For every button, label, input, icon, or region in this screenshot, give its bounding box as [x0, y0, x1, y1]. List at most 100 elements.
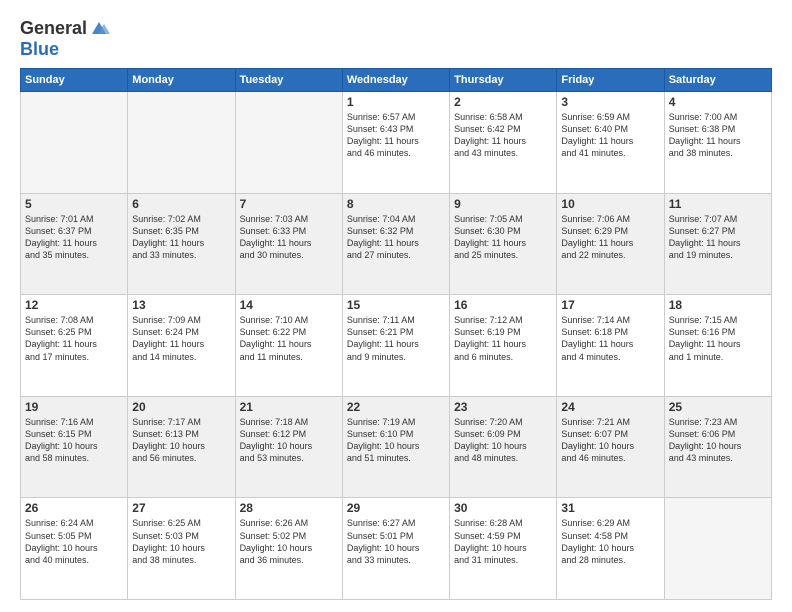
calendar-cell: 11 Sunrise: 7:07 AM Sunset: 6:27 PM Dayli… — [664, 193, 771, 295]
calendar-cell: 26 Sunrise: 6:24 AM Sunset: 5:05 PM Dayli… — [21, 498, 128, 600]
weekday-header-sunday: Sunday — [21, 69, 128, 92]
day-number: 19 — [25, 400, 123, 414]
calendar-cell: 25Sunrise: 7:23 AM Sunset: 6:06 PM Dayli… — [664, 396, 771, 498]
logo: General Blue — [20, 18, 110, 60]
day-number: 24 — [561, 400, 659, 414]
weekday-header-saturday: Saturday — [664, 69, 771, 92]
day-info: Sunrise: 7:10 AM Sunset: 6:22 PM Dayligh… — [240, 314, 338, 363]
day-info: Sunrise: 6:24 AM Sunset: 5:05 PM Dayligh… — [25, 517, 123, 566]
day-number: 6 — [132, 197, 230, 211]
header: General Blue — [20, 18, 772, 60]
day-number: 11 — [669, 197, 767, 211]
calendar-cell: 5Sunrise: 7:01 AM Sunset: 6:37 PM Daylig… — [21, 193, 128, 295]
day-info: Sunrise: 7:18 AM Sunset: 6:12 PM Dayligh… — [240, 416, 338, 465]
calendar-cell: 23 Sunrise: 7:20 AM Sunset: 6:09 PM Dayli… — [450, 396, 557, 498]
calendar-cell: 14 Sunrise: 7:10 AM Sunset: 6:22 PM Dayli… — [235, 295, 342, 397]
day-number: 23 — [454, 400, 552, 414]
calendar-cell — [664, 498, 771, 600]
weekday-header-row: SundayMondayTuesdayWednesdayThursdayFrid… — [21, 69, 772, 92]
day-number: 5 — [25, 197, 123, 211]
logo-general-text: General — [20, 18, 87, 39]
calendar-cell: 24 Sunrise: 7:21 AM Sunset: 6:07 PM Dayli… — [557, 396, 664, 498]
calendar-cell: 15 Sunrise: 7:11 AM Sunset: 6:21 PM Dayli… — [342, 295, 449, 397]
weekday-header-wednesday: Wednesday — [342, 69, 449, 92]
day-info: Sunrise: 6:57 AM Sunset: 6:43 PM Dayligh… — [347, 111, 445, 160]
day-number: 21 — [240, 400, 338, 414]
calendar-week-row: 19 Sunrise: 7:16 AM Sunset: 6:15 PM Dayli… — [21, 396, 772, 498]
calendar-cell — [21, 92, 128, 194]
day-info: Sunrise: 6:59 AM Sunset: 6:40 PM Dayligh… — [561, 111, 659, 160]
day-info: Sunrise: 6:26 AM Sunset: 5:02 PM Dayligh… — [240, 517, 338, 566]
day-number: 12 — [25, 298, 123, 312]
calendar-cell: 28 Sunrise: 6:26 AM Sunset: 5:02 PM Dayli… — [235, 498, 342, 600]
calendar-week-row: 1 Sunrise: 6:57 AM Sunset: 6:43 PM Daylig… — [21, 92, 772, 194]
day-info: Sunrise: 7:23 AM Sunset: 6:06 PM Dayligh… — [669, 416, 767, 465]
day-info: Sunrise: 7:02 AM Sunset: 6:35 PM Dayligh… — [132, 213, 230, 262]
weekday-header-monday: Monday — [128, 69, 235, 92]
calendar-cell: 4Sunrise: 7:00 AM Sunset: 6:38 PM Daylig… — [664, 92, 771, 194]
day-info: Sunrise: 7:07 AM Sunset: 6:27 PM Dayligh… — [669, 213, 767, 262]
calendar-cell: 22Sunrise: 7:19 AM Sunset: 6:10 PM Dayli… — [342, 396, 449, 498]
day-number: 4 — [669, 95, 767, 109]
calendar-cell — [235, 92, 342, 194]
day-info: Sunrise: 7:14 AM Sunset: 6:18 PM Dayligh… — [561, 314, 659, 363]
day-info: Sunrise: 6:58 AM Sunset: 6:42 PM Dayligh… — [454, 111, 552, 160]
calendar-cell: 6 Sunrise: 7:02 AM Sunset: 6:35 PM Daylig… — [128, 193, 235, 295]
day-number: 28 — [240, 501, 338, 515]
day-info: Sunrise: 7:16 AM Sunset: 6:15 PM Dayligh… — [25, 416, 123, 465]
weekday-header-tuesday: Tuesday — [235, 69, 342, 92]
day-number: 22 — [347, 400, 445, 414]
day-number: 15 — [347, 298, 445, 312]
calendar-cell: 8 Sunrise: 7:04 AM Sunset: 6:32 PM Daylig… — [342, 193, 449, 295]
day-info: Sunrise: 7:03 AM Sunset: 6:33 PM Dayligh… — [240, 213, 338, 262]
day-number: 17 — [561, 298, 659, 312]
logo-blue-text: Blue — [20, 39, 59, 60]
day-number: 31 — [561, 501, 659, 515]
calendar-cell: 7Sunrise: 7:03 AM Sunset: 6:33 PM Daylig… — [235, 193, 342, 295]
calendar-cell: 17 Sunrise: 7:14 AM Sunset: 6:18 PM Dayli… — [557, 295, 664, 397]
calendar-cell — [128, 92, 235, 194]
day-info: Sunrise: 7:20 AM Sunset: 6:09 PM Dayligh… — [454, 416, 552, 465]
calendar-cell: 30Sunrise: 6:28 AM Sunset: 4:59 PM Dayli… — [450, 498, 557, 600]
day-info: Sunrise: 6:27 AM Sunset: 5:01 PM Dayligh… — [347, 517, 445, 566]
calendar-cell: 21 Sunrise: 7:18 AM Sunset: 6:12 PM Dayli… — [235, 396, 342, 498]
day-number: 26 — [25, 501, 123, 515]
calendar-cell: 1 Sunrise: 6:57 AM Sunset: 6:43 PM Daylig… — [342, 92, 449, 194]
day-info: Sunrise: 7:09 AM Sunset: 6:24 PM Dayligh… — [132, 314, 230, 363]
calendar-week-row: 26 Sunrise: 6:24 AM Sunset: 5:05 PM Dayli… — [21, 498, 772, 600]
day-info: Sunrise: 7:21 AM Sunset: 6:07 PM Dayligh… — [561, 416, 659, 465]
day-info: Sunrise: 7:04 AM Sunset: 6:32 PM Dayligh… — [347, 213, 445, 262]
day-number: 8 — [347, 197, 445, 211]
day-number: 10 — [561, 197, 659, 211]
day-info: Sunrise: 7:17 AM Sunset: 6:13 PM Dayligh… — [132, 416, 230, 465]
day-number: 1 — [347, 95, 445, 109]
calendar-table: SundayMondayTuesdayWednesdayThursdayFrid… — [20, 68, 772, 600]
day-number: 20 — [132, 400, 230, 414]
calendar-cell: 31 Sunrise: 6:29 AM Sunset: 4:58 PM Dayli… — [557, 498, 664, 600]
calendar-cell: 3 Sunrise: 6:59 AM Sunset: 6:40 PM Daylig… — [557, 92, 664, 194]
day-number: 16 — [454, 298, 552, 312]
calendar-cell: 13 Sunrise: 7:09 AM Sunset: 6:24 PM Dayli… — [128, 295, 235, 397]
calendar-cell: 9Sunrise: 7:05 AM Sunset: 6:30 PM Daylig… — [450, 193, 557, 295]
calendar-cell: 10 Sunrise: 7:06 AM Sunset: 6:29 PM Dayli… — [557, 193, 664, 295]
calendar-week-row: 12Sunrise: 7:08 AM Sunset: 6:25 PM Dayli… — [21, 295, 772, 397]
calendar-page: General Blue SundayMondayTuesdayWednesda… — [0, 0, 792, 612]
day-info: Sunrise: 7:06 AM Sunset: 6:29 PM Dayligh… — [561, 213, 659, 262]
calendar-cell: 27Sunrise: 6:25 AM Sunset: 5:03 PM Dayli… — [128, 498, 235, 600]
day-number: 14 — [240, 298, 338, 312]
weekday-header-thursday: Thursday — [450, 69, 557, 92]
weekday-header-friday: Friday — [557, 69, 664, 92]
calendar-cell: 12Sunrise: 7:08 AM Sunset: 6:25 PM Dayli… — [21, 295, 128, 397]
day-number: 27 — [132, 501, 230, 515]
calendar-cell: 2 Sunrise: 6:58 AM Sunset: 6:42 PM Daylig… — [450, 92, 557, 194]
calendar-week-row: 5Sunrise: 7:01 AM Sunset: 6:37 PM Daylig… — [21, 193, 772, 295]
day-number: 3 — [561, 95, 659, 109]
day-number: 29 — [347, 501, 445, 515]
day-info: Sunrise: 6:29 AM Sunset: 4:58 PM Dayligh… — [561, 517, 659, 566]
day-number: 13 — [132, 298, 230, 312]
day-number: 18 — [669, 298, 767, 312]
calendar-cell: 18Sunrise: 7:15 AM Sunset: 6:16 PM Dayli… — [664, 295, 771, 397]
logo-icon — [88, 20, 110, 38]
day-info: Sunrise: 7:11 AM Sunset: 6:21 PM Dayligh… — [347, 314, 445, 363]
day-number: 2 — [454, 95, 552, 109]
